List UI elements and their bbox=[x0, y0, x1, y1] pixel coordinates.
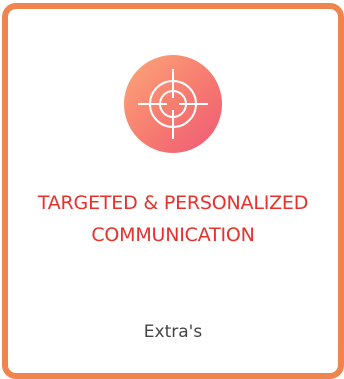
card-footer-label: Extra's bbox=[143, 322, 203, 342]
icon-badge bbox=[124, 55, 222, 153]
crosshair-target-icon bbox=[138, 69, 208, 139]
feature-card[interactable]: TARGETED & PERSONALIZED COMMUNICATION Ex… bbox=[2, 3, 344, 379]
card-title: TARGETED & PERSONALIZED COMMUNICATION bbox=[8, 187, 338, 251]
card-title-line-1: TARGETED & PERSONALIZED bbox=[37, 192, 309, 214]
card-title-line-2: COMMUNICATION bbox=[91, 224, 255, 246]
